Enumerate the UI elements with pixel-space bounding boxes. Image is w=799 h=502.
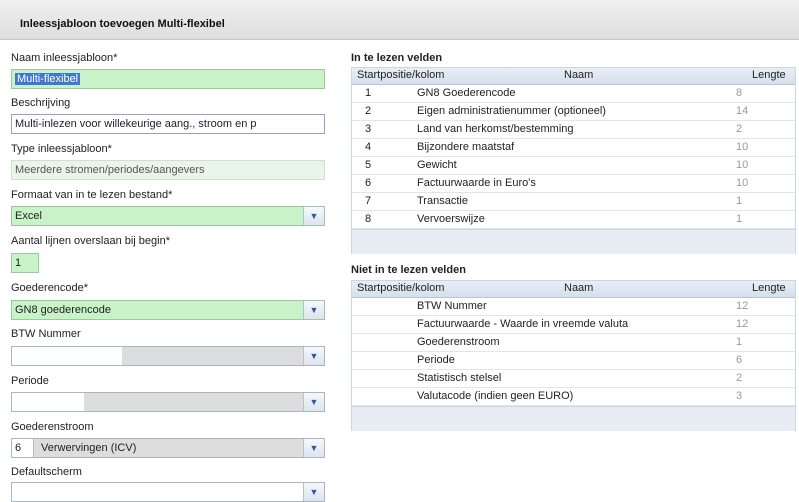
row-lengte: 1 [736,213,743,225]
row-naam: Periode [417,354,455,366]
col-naam[interactable]: Naam [564,282,593,294]
row-lengte: 10 [736,141,749,153]
page-title: Inleessjabloon toevoegen Multi-flexibel [20,18,225,30]
naam-value: Multi-flexibel [15,73,81,85]
row-lengte: 10 [736,177,749,189]
col-naam[interactable]: Naam [564,69,593,81]
row-startpositie: 8 [365,213,372,225]
niet-in-te-lezen-table: Startpositie/kolom Naam Lengte BTW Numme… [351,280,796,431]
niet-in-te-lezen-title: Niet in te lezen velden [351,264,466,276]
default-label: Defaultscherm [11,466,82,478]
row-lengte: 2 [736,123,743,135]
periode-select[interactable]: ▼ [11,392,325,412]
row-lengte: 14 [736,105,749,117]
table-row[interactable]: Valutacode (indien geen EURO) 3 [352,388,795,406]
row-lengte: 6 [736,354,743,366]
col-startpositie[interactable]: Startpositie/kolom [357,69,444,81]
table-row[interactable]: 6 Factuurwaarde in Euro's 10 [352,175,795,193]
naam-label: Naam inleessjabloon* [11,52,118,64]
row-startpositie: 3 [365,123,372,135]
row-naam: Statistisch stelsel [417,372,502,384]
goederencode-select[interactable]: GN8 goederencode ▼ [11,300,325,320]
aantal-label: Aantal lijnen overslaan bij begin* [11,235,170,247]
row-startpositie: 7 [365,195,372,207]
goederenstroom-value: Verwervingen (ICV) [41,442,137,454]
goederencode-value: GN8 goederencode [15,304,112,316]
formaat-value: Excel [15,210,42,222]
periode-label: Periode [11,375,49,387]
table-row[interactable]: 1 GN8 Goederencode 8 [352,85,795,103]
table-header: Startpositie/kolom Naam Lengte [352,281,795,298]
row-lengte: 10 [736,159,749,171]
in-te-lezen-title: In te lezen velden [351,52,443,64]
table-row[interactable]: Statistisch stelsel 2 [352,370,795,388]
row-naam: Factuurwaarde - Waarde in vreemde valuta [417,318,629,330]
row-startpositie: 6 [365,177,372,189]
table-row[interactable]: 2 Eigen administratienummer (optioneel) 14 [352,103,795,121]
table-row[interactable]: 4 Bijzondere maatstaf 10 [352,139,795,157]
goederenstroom-code: 6 [12,439,34,457]
table-row[interactable]: 5 Gewicht 10 [352,157,795,175]
row-naam: Goederenstroom [417,336,500,348]
goederencode-label: Goederencode* [11,282,89,294]
row-lengte: 12 [736,318,749,330]
title-bar: Inleessjabloon toevoegen Multi-flexibel [0,0,799,40]
table-row[interactable]: Factuurwaarde - Waarde in vreemde valuta… [352,316,795,334]
table-row[interactable]: 3 Land van herkomst/bestemming 2 [352,121,795,139]
in-te-lezen-table: Startpositie/kolom Naam Lengte 1 GN8 Goed… [351,67,796,254]
row-naam: Transactie [417,195,468,207]
row-lengte: 8 [736,87,743,99]
table-row[interactable]: Periode 6 [352,352,795,370]
formaat-select[interactable]: Excel ▼ [11,206,325,226]
row-naam: GN8 Goederencode [417,87,516,99]
naam-input[interactable]: Multi-flexibel [11,69,325,89]
chevron-down-icon[interactable]: ▼ [303,207,324,225]
row-naam: Eigen administratienummer (optioneel) [417,105,606,117]
row-naam: BTW Nummer [417,300,487,312]
aantal-input[interactable]: 1 [11,253,39,273]
table-row[interactable]: 8 Vervoerswijze 1 [352,211,795,229]
row-lengte: 12 [736,300,749,312]
col-lengte[interactable]: Lengte [752,282,786,294]
chevron-down-icon[interactable]: ▼ [303,483,324,501]
table-row[interactable]: 7 Transactie 1 [352,193,795,211]
row-lengte: 1 [736,336,743,348]
chevron-down-icon[interactable]: ▼ [303,347,324,365]
type-label: Type inleessjabloon* [11,143,112,155]
table-footer [352,229,795,254]
table-row[interactable]: BTW Nummer 12 [352,298,795,316]
default-select[interactable]: ▼ [11,482,325,502]
type-value: Meerdere stromen/periodes/aangevers [11,160,325,180]
goederenstroom-label: Goederenstroom [11,421,94,433]
row-naam: Bijzondere maatstaf [417,141,515,153]
table-footer [352,406,795,431]
chevron-down-icon[interactable]: ▼ [303,393,324,411]
btw-select[interactable]: ▼ [11,346,325,366]
row-startpositie: 4 [365,141,372,153]
row-lengte: 1 [736,195,743,207]
row-naam: Gewicht [417,159,457,171]
row-naam: Vervoerswijze [417,213,485,225]
goederenstroom-select[interactable]: 6 Verwervingen (ICV) ▼ [11,438,325,458]
beschrijving-label: Beschrijving [11,97,71,109]
chevron-down-icon[interactable]: ▼ [303,301,324,319]
row-lengte: 2 [736,372,743,384]
chevron-down-icon[interactable]: ▼ [303,439,324,457]
formaat-label: Formaat van in te lezen bestand* [11,189,173,201]
row-startpositie: 1 [365,87,372,99]
col-lengte[interactable]: Lengte [752,69,786,81]
table-header: Startpositie/kolom Naam Lengte [352,68,795,85]
row-startpositie: 2 [365,105,372,117]
row-naam: Valutacode (indien geen EURO) [417,390,574,402]
table-row[interactable]: Goederenstroom 1 [352,334,795,352]
beschrijving-input[interactable]: Multi-inlezen voor willekeurige aang., s… [11,114,325,134]
row-startpositie: 5 [365,159,372,171]
row-lengte: 3 [736,390,743,402]
btw-label: BTW Nummer [11,328,81,340]
col-startpositie[interactable]: Startpositie/kolom [357,282,444,294]
row-naam: Factuurwaarde in Euro's [417,177,536,189]
row-naam: Land van herkomst/bestemming [417,123,574,135]
